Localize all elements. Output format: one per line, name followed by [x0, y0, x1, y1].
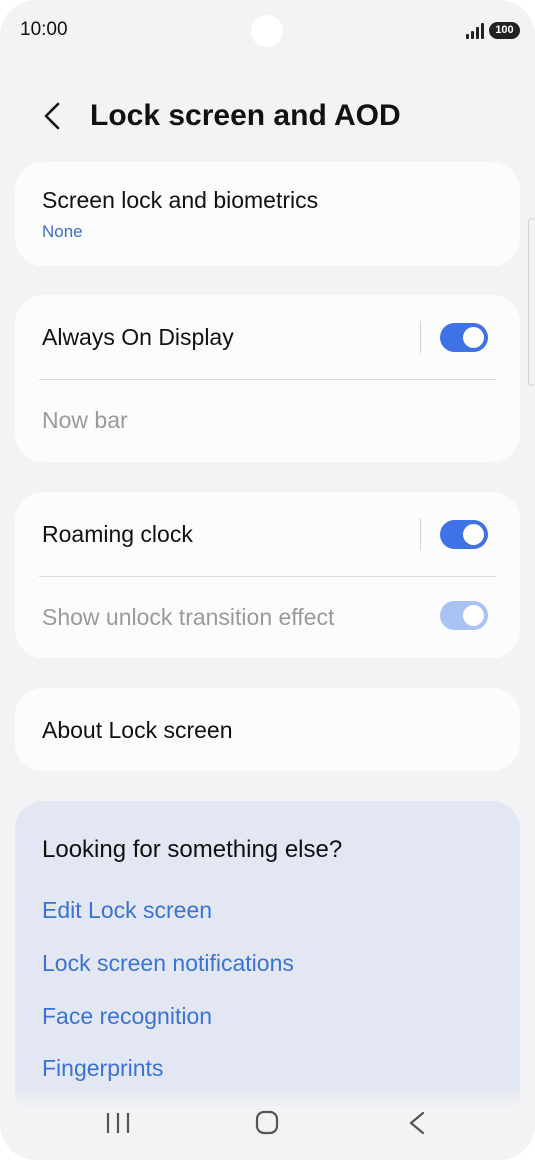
screen-lock-value: None: [42, 222, 83, 241]
phone-screen: 10:00 100 Lock screen and AOD Screen loc…: [0, 0, 535, 1160]
about-lock-screen-label: About Lock screen: [42, 717, 233, 743]
edit-lock-screen-link[interactable]: Edit Lock screen: [42, 897, 212, 924]
scrollbar[interactable]: [528, 218, 535, 386]
always-on-display-label: Always On Display: [42, 324, 234, 350]
nav-back-button[interactable]: [397, 1108, 437, 1138]
face-recognition-link[interactable]: Face recognition: [42, 1003, 212, 1030]
status-time: 10:00: [20, 19, 68, 40]
back-icon: [409, 1111, 425, 1135]
home-icon: [255, 1110, 279, 1135]
battery-icon: 100: [489, 22, 520, 39]
signal-icon: [466, 23, 486, 39]
screen-lock-card[interactable]: Screen lock and biometrics None: [15, 162, 520, 266]
display-card: Always On Display Now bar: [15, 295, 520, 462]
navigation-bar: [0, 1090, 535, 1160]
row-separator: [420, 321, 421, 353]
about-lock-screen-card[interactable]: About Lock screen: [15, 688, 520, 771]
always-on-display-row[interactable]: Always On Display: [15, 295, 520, 379]
clock-card: Roaming clock Show unlock transition eff…: [15, 492, 520, 658]
back-button[interactable]: [34, 96, 74, 136]
always-on-display-toggle[interactable]: [440, 323, 488, 352]
recents-icon: [106, 1113, 130, 1133]
home-button[interactable]: [247, 1108, 287, 1138]
page-title: Lock screen and AOD: [90, 99, 401, 132]
roaming-clock-label: Roaming clock: [42, 521, 193, 547]
roaming-clock-row[interactable]: Roaming clock: [15, 492, 520, 576]
suggestions-title: Looking for something else?: [42, 836, 343, 863]
now-bar-row[interactable]: Now bar: [15, 380, 520, 462]
unlock-effect-toggle: [440, 601, 488, 630]
status-bar: 10:00 100: [0, 0, 535, 62]
lock-screen-notifications-link[interactable]: Lock screen notifications: [42, 950, 294, 977]
unlock-effect-row: Show unlock transition effect: [15, 577, 520, 658]
recents-button[interactable]: [98, 1108, 138, 1138]
chevron-left-icon: [44, 102, 60, 130]
row-separator: [420, 518, 421, 550]
now-bar-label: Now bar: [42, 407, 128, 433]
screen-lock-label: Screen lock and biometrics: [42, 187, 319, 213]
suggestions-card: Looking for something else? Edit Lock sc…: [15, 801, 520, 1121]
camera-cutout: [251, 15, 283, 47]
roaming-clock-toggle[interactable]: [440, 520, 488, 549]
unlock-effect-label: Show unlock transition effect: [42, 604, 335, 630]
fingerprints-link[interactable]: Fingerprints: [42, 1055, 163, 1082]
